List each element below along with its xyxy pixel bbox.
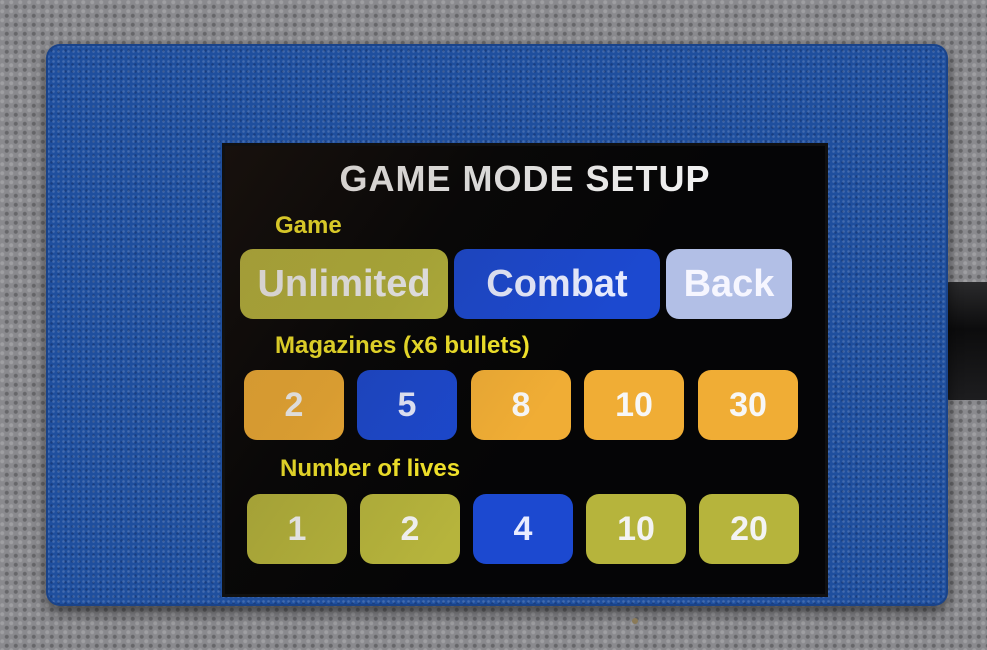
magazines-option-10[interactable]: 10 [584,370,684,440]
lives-option-2[interactable]: 2 [360,494,460,564]
combat-button[interactable]: Combat [454,249,660,319]
lives-option-20[interactable]: 20 [699,494,799,564]
unlimited-button[interactable]: Unlimited [240,249,448,319]
magazines-option-8[interactable]: 8 [471,370,571,440]
device-enclosure: GAME MODE SETUP Game Unlimited Combat Ba… [46,44,948,624]
lives-section-label: Number of lives [280,455,461,482]
magazines-section-label: Magazines (x6 bullets) [275,332,530,359]
page-title: GAME MODE SETUP [339,158,711,199]
lives-option-10[interactable]: 10 [586,494,686,564]
enclosure-screw-hole [632,618,638,624]
magazines-option-30[interactable]: 30 [698,370,798,440]
magazines-option-5[interactable]: 5 [357,370,457,440]
lives-option-1[interactable]: 1 [247,494,347,564]
back-button[interactable]: Back [666,249,792,319]
lives-option-4[interactable]: 4 [473,494,573,564]
game-section-label: Game [275,212,342,239]
magazines-option-2[interactable]: 2 [244,370,344,440]
touchscreen-display: GAME MODE SETUP Game Unlimited Combat Ba… [222,143,828,597]
